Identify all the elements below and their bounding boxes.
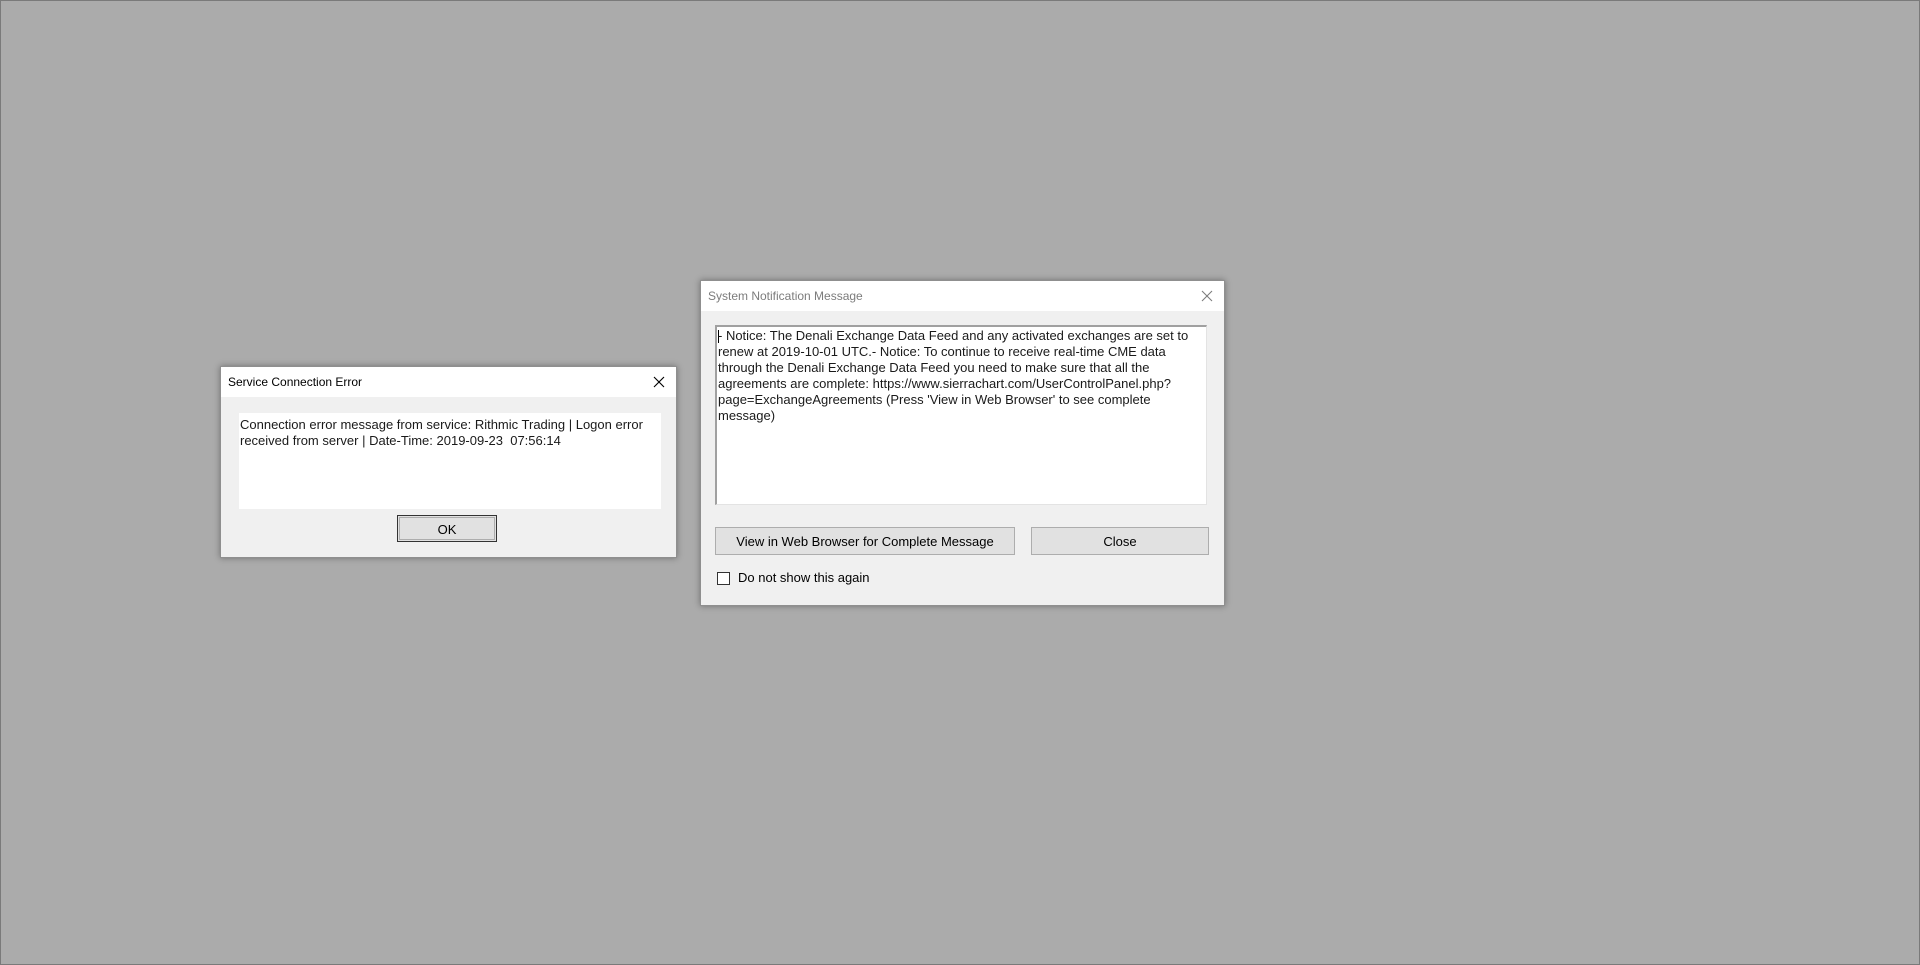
notification-message-text: - Notice: The Denali Exchange Data Feed … <box>718 328 1192 423</box>
desktop-background: Service Connection Error Connection erro… <box>0 0 1920 965</box>
ok-button[interactable]: OK <box>397 515 497 542</box>
dialog-titlebar[interactable]: Service Connection Error <box>221 367 676 397</box>
do-not-show-again-checkbox[interactable] <box>717 571 730 585</box>
view-in-web-browser-button[interactable]: View in Web Browser for Complete Message <box>715 527 1015 555</box>
dialog-title: System Notification Message <box>708 289 863 303</box>
close-icon[interactable] <box>1199 288 1215 304</box>
close-button[interactable]: Close <box>1031 527 1209 555</box>
close-icon[interactable] <box>651 374 667 390</box>
error-message-text: Connection error message from service: R… <box>240 417 647 448</box>
notification-message-textbox[interactable]: - Notice: The Denali Exchange Data Feed … <box>715 325 1207 505</box>
system-notification-dialog: System Notification Message - Notice: Th… <box>700 280 1225 606</box>
dialog-title: Service Connection Error <box>228 375 363 389</box>
do-not-show-again-label[interactable]: Do not show this again <box>738 570 870 586</box>
dialog-titlebar[interactable]: System Notification Message <box>701 281 1224 311</box>
service-connection-error-dialog: Service Connection Error Connection erro… <box>220 366 677 558</box>
error-message-area: Connection error message from service: R… <box>239 413 661 509</box>
do-not-show-again-option[interactable]: Do not show this again <box>717 570 870 586</box>
